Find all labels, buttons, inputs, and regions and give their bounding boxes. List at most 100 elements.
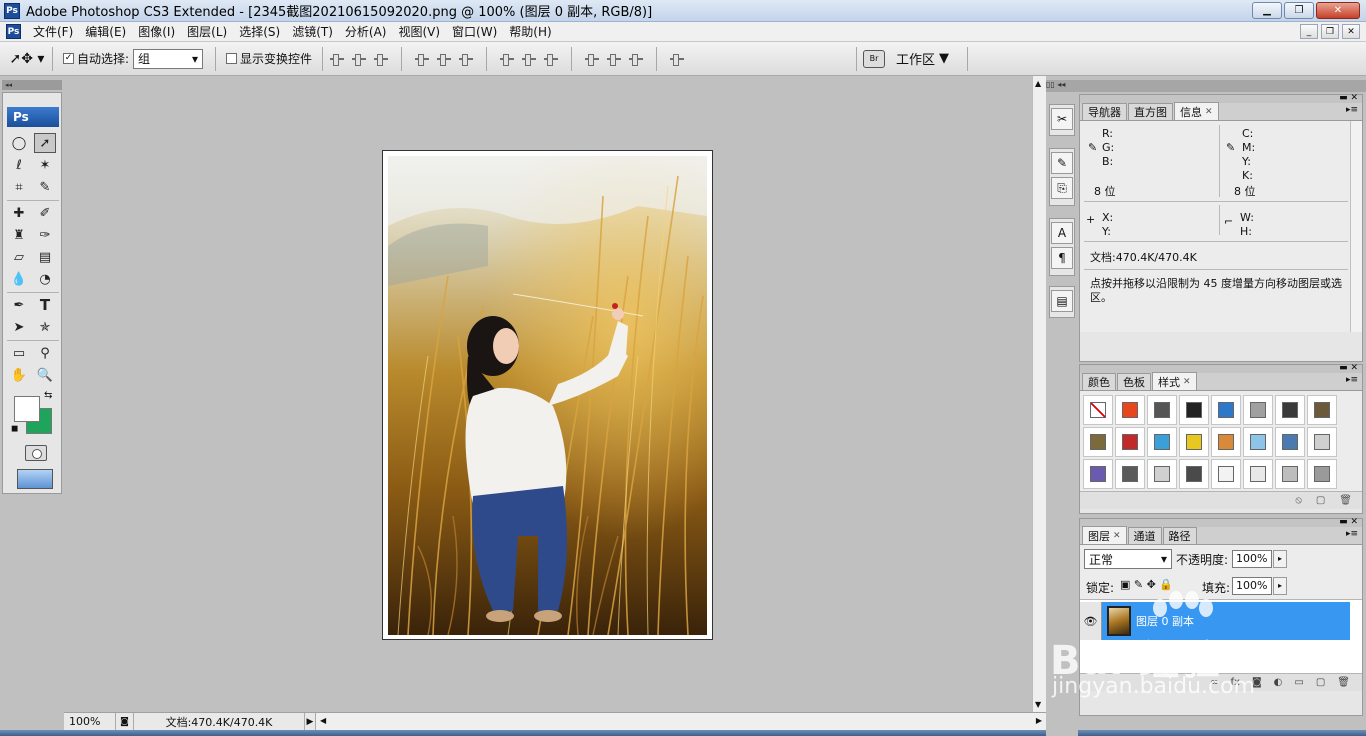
distribute-top-icon[interactable] — [499, 52, 515, 66]
style-swatch-cell[interactable] — [1211, 395, 1241, 425]
toolbox-collapse-bar[interactable]: ◂◂ — [2, 80, 62, 90]
panel-dock-header[interactable]: ▯▯ ◂◂ — [1046, 80, 1366, 92]
style-swatch-cell[interactable] — [1115, 427, 1145, 457]
tab-channels[interactable]: 通道 — [1127, 527, 1162, 544]
tab-color[interactable]: 颜色 — [1082, 373, 1116, 390]
layers-menu-icon[interactable]: ▸≡ — [1346, 529, 1358, 539]
menu-edit[interactable]: 编辑(E) — [79, 23, 132, 40]
align-right-icon[interactable] — [458, 52, 474, 66]
eyedropper-tool-icon[interactable]: ⚲ — [34, 343, 56, 363]
delete-style-icon[interactable]: 🗑 — [1339, 495, 1352, 506]
layer-mask-icon[interactable]: ◙ — [1252, 677, 1262, 688]
document-canvas[interactable] — [382, 150, 713, 640]
style-swatch-cell[interactable] — [1275, 395, 1305, 425]
default-colors-icon[interactable]: ◼ — [11, 424, 18, 434]
layer-row[interactable]: 👁 图层 0 副本 — [1080, 602, 1350, 640]
close-tab-icon[interactable]: ✕ — [1205, 107, 1213, 117]
style-swatch-cell[interactable] — [1307, 459, 1337, 489]
auto-select-checkbox[interactable]: ✓ — [63, 53, 74, 64]
foreground-color-swatch[interactable] — [14, 396, 40, 422]
bridge-browser-icon[interactable]: Br — [863, 50, 885, 68]
type-tool-icon[interactable]: T — [34, 295, 56, 315]
distribute-vcenter-icon[interactable] — [521, 52, 537, 66]
marquee-tool-icon[interactable]: ◯ — [8, 133, 30, 153]
zoom-tool-icon[interactable]: 🔍 — [34, 365, 56, 385]
style-swatch-cell[interactable] — [1083, 427, 1113, 457]
vertical-scrollbar[interactable]: ▲ ▼ — [1032, 76, 1046, 712]
new-style-icon[interactable]: ▢ — [1316, 495, 1325, 506]
pen-tool-icon[interactable]: ✒ — [8, 295, 30, 315]
menu-select[interactable]: 选择(S) — [233, 23, 286, 40]
toolbox-logo[interactable]: Ps — [7, 107, 59, 127]
menu-view[interactable]: 视图(V) — [392, 23, 446, 40]
link-layers-icon[interactable]: ∞ — [1210, 677, 1218, 688]
style-swatch-cell[interactable] — [1179, 395, 1209, 425]
lock-icons[interactable]: ▣ ✎ ✥ 🔒 — [1120, 578, 1173, 591]
delete-layer-icon[interactable]: 🗑 — [1337, 677, 1350, 688]
close-tab-icon[interactable]: ✕ — [1183, 377, 1191, 387]
fill-input[interactable]: 100% — [1232, 577, 1272, 595]
history-brush-tool-icon[interactable]: ✑ — [34, 225, 56, 245]
align-bottom-icon[interactable] — [373, 52, 389, 66]
distribute-left-icon[interactable] — [584, 52, 600, 66]
tab-info[interactable]: 信息 ✕ — [1174, 102, 1219, 120]
close-button[interactable]: ✕ — [1316, 2, 1360, 19]
screen-mode-icon[interactable] — [17, 469, 53, 489]
paragraph-icon[interactable]: ¶ — [1051, 247, 1073, 269]
notes-tool-icon[interactable]: ▭ — [8, 343, 30, 363]
style-swatch-cell[interactable] — [1243, 459, 1273, 489]
layer-style-icon[interactable]: fx — [1231, 677, 1240, 688]
panel-collapse-icon[interactable]: ▬ ✕ — [1339, 93, 1358, 103]
tool-presets-icon[interactable]: ✂ — [1051, 108, 1073, 130]
menu-layer[interactable]: 图层(L) — [181, 23, 233, 40]
menu-window[interactable]: 窗口(W) — [446, 23, 503, 40]
opacity-slider-icon[interactable]: ▸ — [1273, 550, 1287, 568]
status-camera-icon[interactable]: ◙ — [116, 713, 134, 730]
align-hcenter-icon[interactable] — [436, 52, 452, 66]
move-tool-preset-icon[interactable]: ➚✥ ▾ — [8, 47, 46, 71]
style-swatch-cell[interactable] — [1275, 427, 1305, 457]
distribute-hcenter-icon[interactable] — [606, 52, 622, 66]
path-selection-tool-icon[interactable]: ➤ — [8, 317, 30, 337]
scroll-up-icon[interactable]: ▲ — [1035, 79, 1041, 88]
show-transform-checkbox[interactable] — [226, 53, 238, 64]
align-left-icon[interactable] — [414, 52, 430, 66]
style-swatch-cell[interactable] — [1147, 427, 1177, 457]
slice-tool-icon[interactable]: ✎ — [34, 177, 56, 197]
align-vcenter-icon[interactable] — [351, 52, 367, 66]
style-swatch-cell[interactable] — [1243, 395, 1273, 425]
quick-mask-icon[interactable] — [25, 445, 47, 461]
workspace-button[interactable]: 工作区 ▼ — [896, 49, 949, 68]
horizontal-scrollbar[interactable]: ◀ ▶ — [316, 713, 1046, 730]
align-top-icon[interactable] — [329, 52, 345, 66]
style-swatch-cell[interactable] — [1083, 459, 1113, 489]
tab-styles[interactable]: 样式 ✕ — [1152, 372, 1197, 390]
doc-restore-button[interactable]: ❐ — [1321, 24, 1339, 39]
menu-app-icon[interactable]: Ps — [6, 24, 21, 39]
zoom-level[interactable]: 100% — [64, 713, 116, 730]
style-swatch-cell[interactable] — [1147, 395, 1177, 425]
character-icon[interactable]: A — [1051, 222, 1073, 244]
doc-minimize-button[interactable]: _ — [1300, 24, 1318, 39]
menu-file[interactable]: 文件(F) — [27, 23, 79, 40]
hand-tool-icon[interactable]: ✋ — [8, 365, 30, 385]
style-swatch-cell[interactable] — [1179, 427, 1209, 457]
new-layer-icon[interactable]: ▢ — [1316, 677, 1325, 688]
auto-align-icon[interactable] — [669, 52, 685, 66]
fill-slider-icon[interactable]: ▸ — [1273, 577, 1287, 595]
minimize-button[interactable]: ▁ — [1252, 2, 1282, 19]
scroll-down-icon[interactable]: ▼ — [1035, 700, 1041, 709]
tab-navigator[interactable]: 导航器 — [1082, 103, 1127, 120]
style-swatch-cell[interactable] — [1243, 427, 1273, 457]
healing-brush-tool-icon[interactable]: ✚ — [8, 203, 30, 223]
dodge-tool-icon[interactable]: ◔ — [34, 269, 56, 289]
menu-filter[interactable]: 滤镜(T) — [286, 23, 339, 40]
blur-tool-icon[interactable]: 💧 — [8, 269, 30, 289]
eye-icon[interactable]: 👁 — [1080, 602, 1102, 640]
brushes-icon[interactable]: ✎ — [1051, 152, 1073, 174]
panel-menu-icon[interactable]: ▸≡ — [1346, 105, 1358, 115]
tab-layers[interactable]: 图层 ✕ — [1082, 526, 1127, 544]
new-group-icon[interactable]: ▭ — [1294, 677, 1303, 688]
layer-comps-icon[interactable]: ▤ — [1051, 290, 1073, 312]
crop-tool-icon[interactable]: ⌗ — [8, 177, 30, 197]
